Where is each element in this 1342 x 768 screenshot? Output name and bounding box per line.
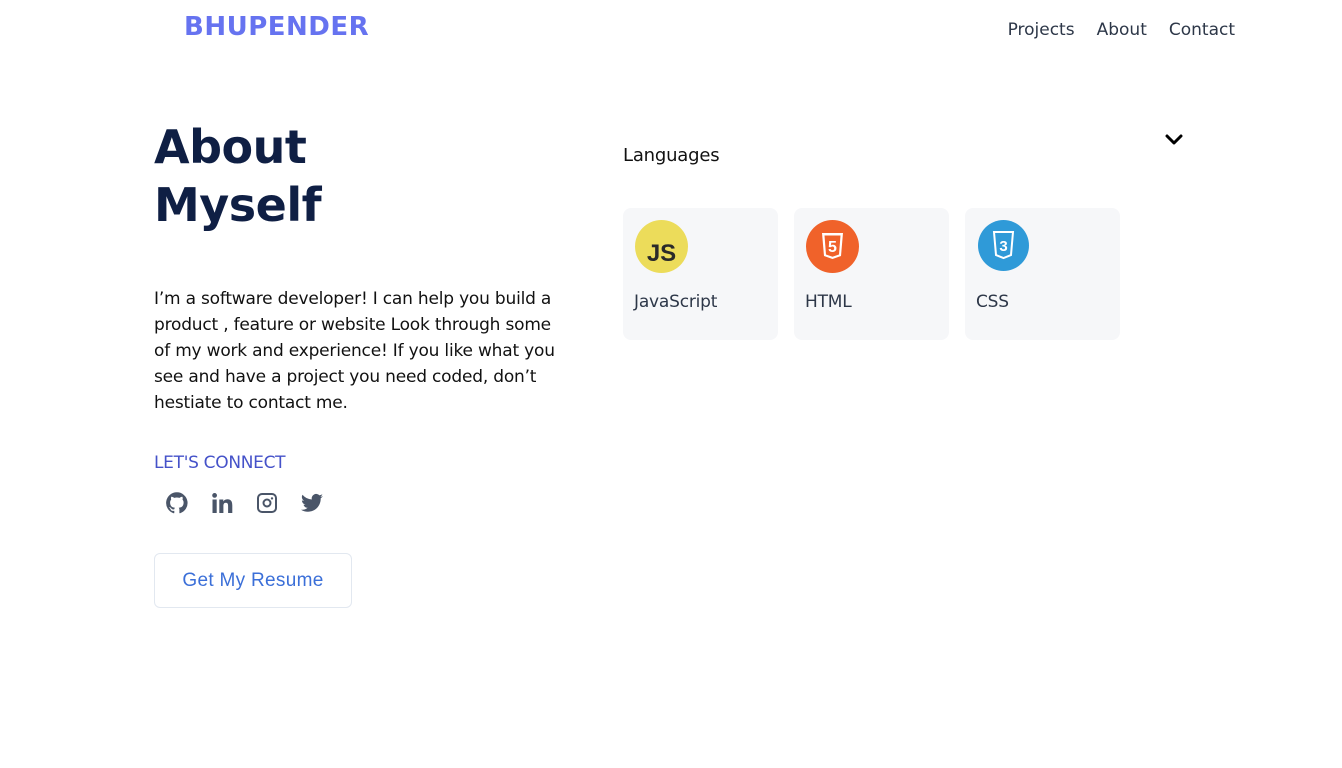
twitter-icon[interactable] bbox=[299, 490, 325, 516]
language-cards: JS JavaScript 5 HTML 3 CSS bbox=[623, 208, 1120, 340]
language-name: CSS bbox=[976, 292, 1009, 312]
language-name: HTML bbox=[805, 292, 852, 312]
brand-logo[interactable]: BHUPENDER bbox=[184, 12, 369, 42]
social-links bbox=[164, 490, 325, 516]
page: BHUPENDER Projects About Contact About M… bbox=[0, 0, 1342, 768]
html-logo-text: 5 bbox=[828, 239, 837, 256]
chevron-down-icon[interactable] bbox=[1163, 130, 1185, 150]
language-card-javascript[interactable]: JS JavaScript bbox=[623, 208, 778, 340]
github-icon[interactable] bbox=[164, 490, 190, 516]
javascript-icon: JS bbox=[635, 220, 688, 273]
resume-button[interactable]: Get My Resume bbox=[154, 553, 352, 608]
title-line-2: Myself bbox=[154, 178, 322, 232]
javascript-logo-text: JS bbox=[647, 240, 676, 267]
css-logo-text: 3 bbox=[999, 238, 1007, 255]
language-card-css[interactable]: 3 CSS bbox=[965, 208, 1120, 340]
linkedin-icon[interactable] bbox=[209, 490, 235, 516]
nav-about[interactable]: About bbox=[1097, 20, 1147, 40]
bio-text: I’m a software developer! I can help you… bbox=[154, 289, 555, 413]
language-name: JavaScript bbox=[634, 292, 718, 312]
main-nav: Projects About Contact bbox=[1008, 20, 1235, 40]
languages-heading: Languages bbox=[623, 145, 720, 166]
connect-label: LET'S CONNECT bbox=[154, 453, 286, 473]
nav-contact[interactable]: Contact bbox=[1169, 20, 1235, 40]
css3-icon: 3 bbox=[978, 220, 1029, 271]
instagram-icon[interactable] bbox=[254, 490, 280, 516]
title-line-1: About bbox=[154, 120, 307, 174]
page-title: About Myself bbox=[154, 118, 322, 234]
language-card-html[interactable]: 5 HTML bbox=[794, 208, 949, 340]
html5-icon: 5 bbox=[806, 220, 859, 273]
nav-projects[interactable]: Projects bbox=[1008, 20, 1075, 40]
